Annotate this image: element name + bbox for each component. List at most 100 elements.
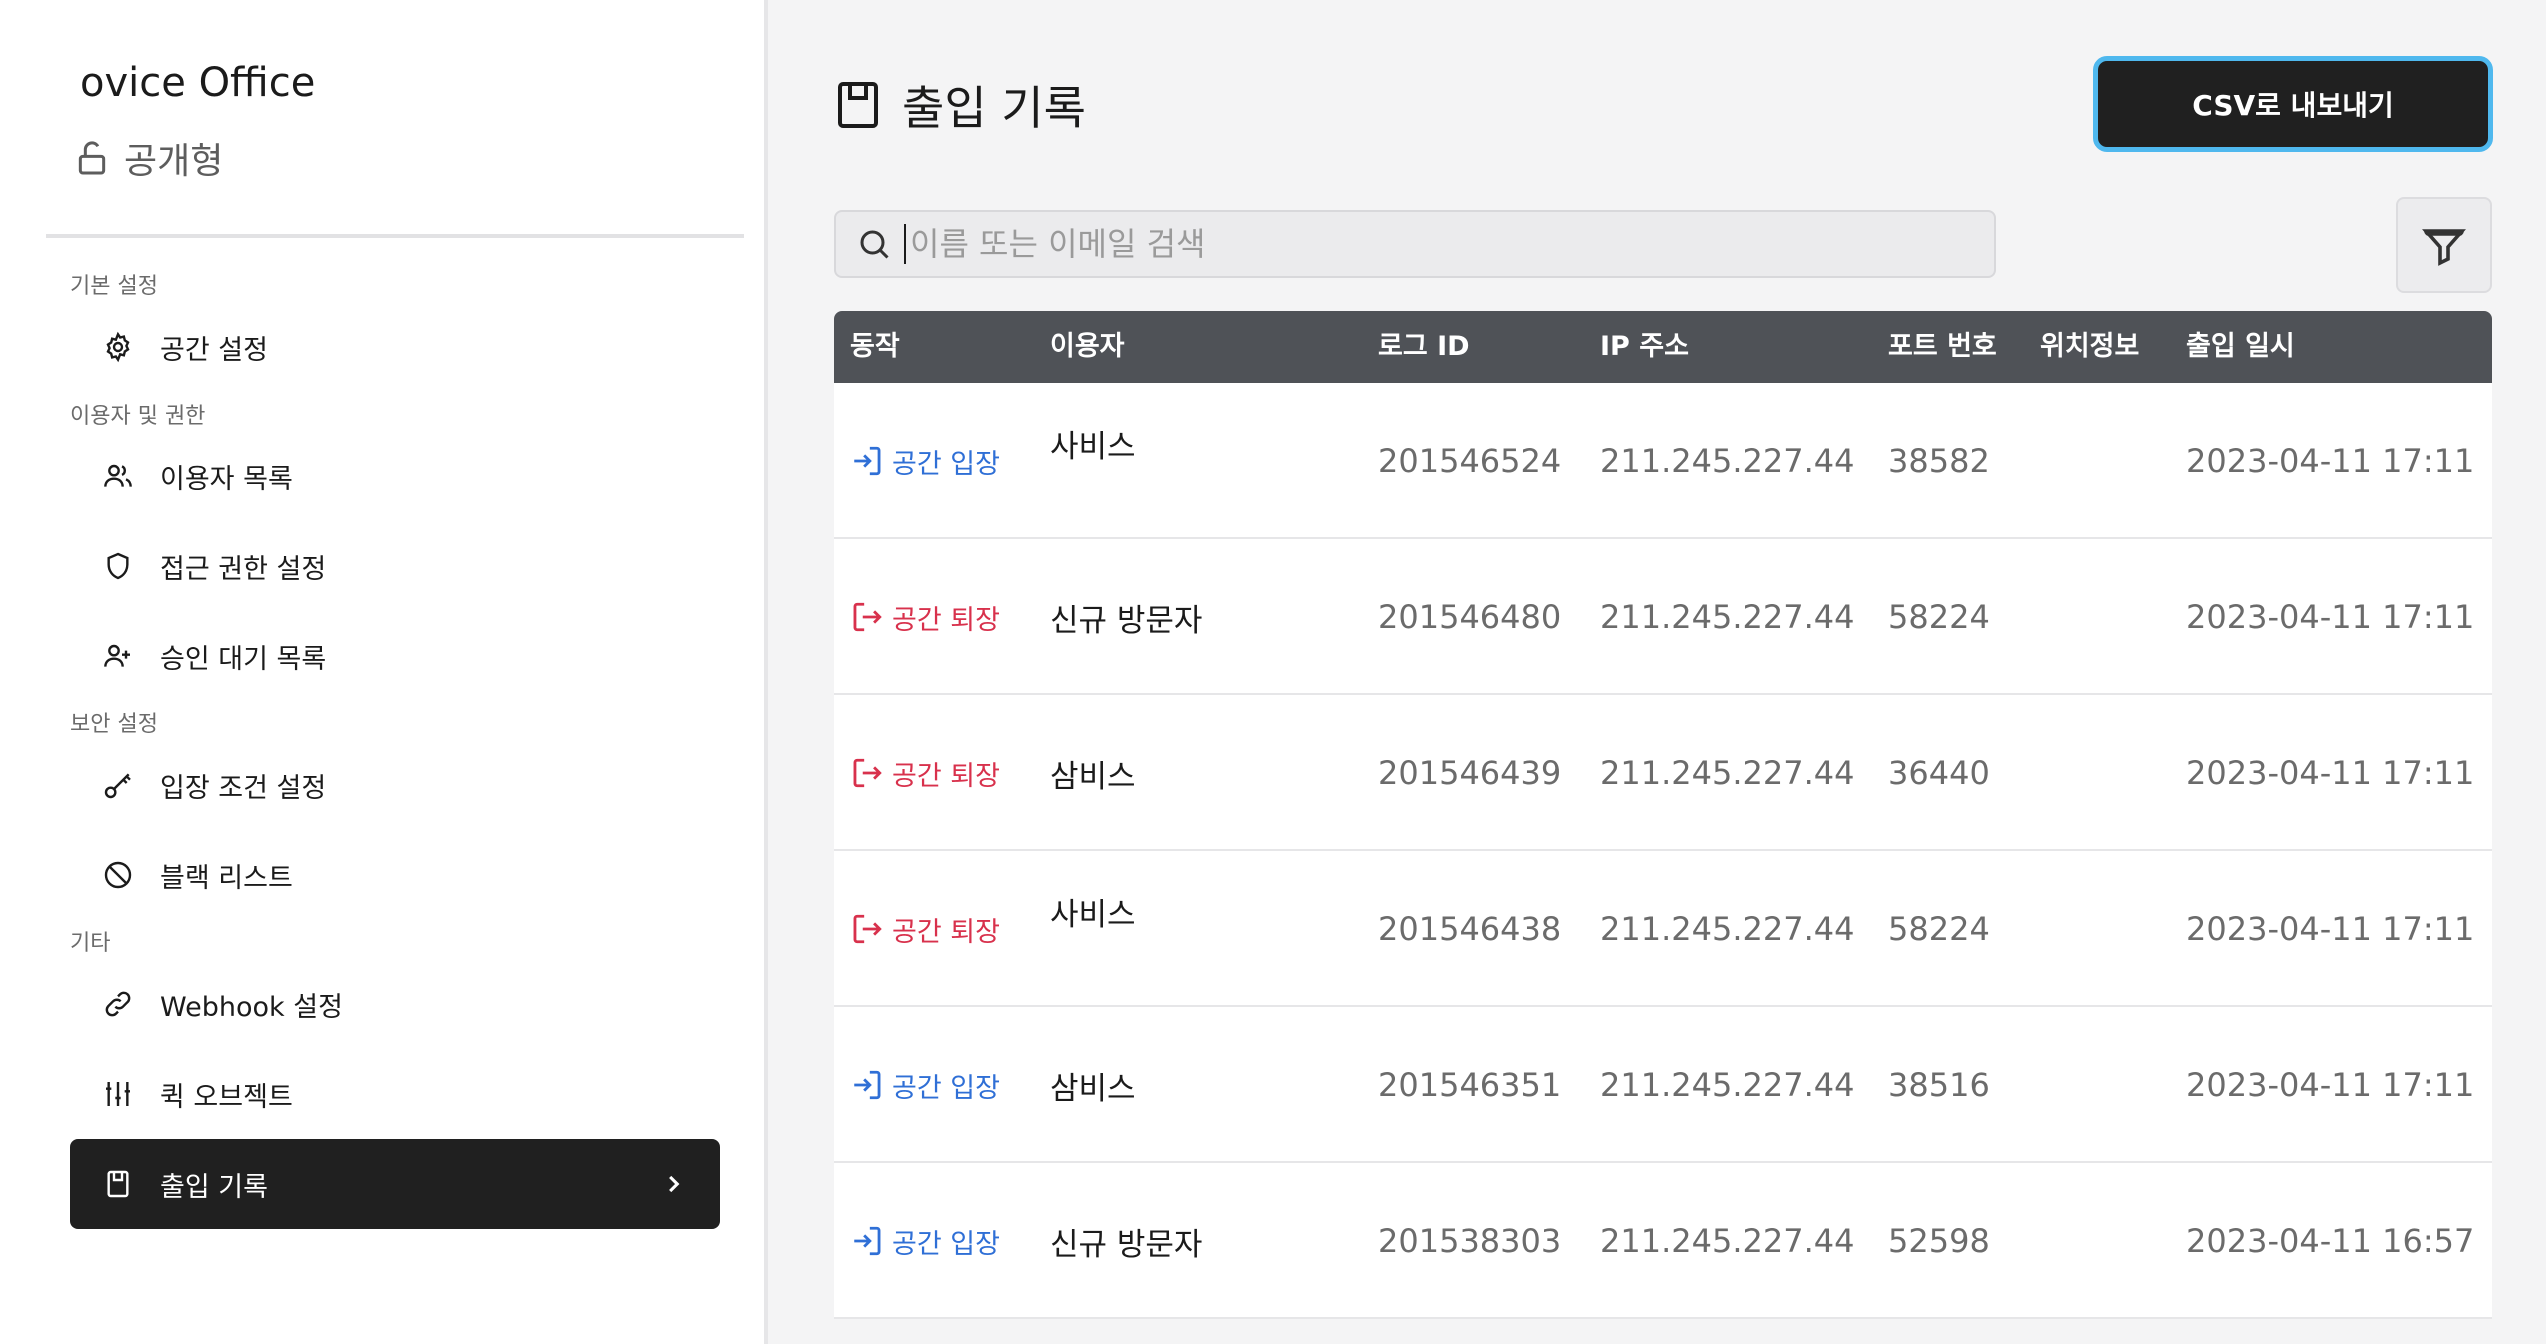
sidebar-item-label: Webhook 설정 — [160, 991, 343, 1023]
sidebar-item-approval-waiting[interactable]: 승인 대기 목록 — [70, 611, 720, 701]
column-header-action: 동작 — [850, 331, 900, 362]
cell-log-id: 201546524 — [1378, 442, 1562, 480]
cell-ip: 211.245.227.44 — [1600, 754, 1855, 792]
section-label-users: 이용자 및 권한 — [70, 404, 206, 429]
sidebar-item-label: 접근 권한 설정 — [160, 553, 327, 585]
sidebar-item-label: 퀵 오브젝트 — [160, 1081, 293, 1113]
gear-icon — [106, 331, 130, 363]
cell-port: 58224 — [1888, 910, 1990, 948]
action-exit: 공간 퇴장 — [850, 910, 1000, 949]
table-row[interactable]: 공간 퇴장 사비스 201546438 211.245.227.44 58224… — [834, 851, 2492, 1007]
sidebar-item-label: 승인 대기 목록 — [160, 643, 327, 675]
sidebar-item-label: 출입 기록 — [160, 1171, 268, 1203]
sliders-icon — [106, 1082, 130, 1106]
cell-log-id: 201546439 — [1378, 754, 1562, 792]
cell-time: 2023-04-11 17:11 — [2186, 442, 2475, 480]
table-row[interactable]: 공간 입장 신규 방문자 201538303 211.245.227.44 52… — [834, 1163, 2492, 1319]
page-title: 출입 기록 — [836, 72, 1086, 138]
export-csv-button[interactable]: CSV로 내보내기 — [2093, 56, 2493, 152]
cell-time: 2023-04-11 16:57 — [2186, 1222, 2475, 1260]
ban-icon — [104, 861, 132, 889]
action-enter: 공간 입장 — [850, 1066, 1000, 1105]
notebook-icon — [838, 82, 878, 128]
cell-log-id: 201546351 — [1378, 1066, 1562, 1104]
sidebar-item-space-settings[interactable]: 공간 설정 — [70, 302, 720, 392]
table-row[interactable]: 공간 퇴장 신규 방문자 201546480 211.245.227.44 58… — [834, 539, 2492, 695]
chevron-right-icon — [669, 1175, 680, 1193]
cell-ip: 211.245.227.44 — [1600, 1066, 1855, 1104]
cell-time: 2023-04-11 17:11 — [2186, 1066, 2475, 1104]
cell-user: 사비스 — [1050, 897, 1136, 933]
sidebar-item-quick-object[interactable]: 퀵 오브젝트 — [70, 1049, 720, 1139]
sidebar-item-entry-conditions[interactable]: 입장 조건 설정 — [70, 740, 720, 830]
user-plus-icon — [104, 644, 130, 667]
cell-port: 36440 — [1888, 754, 1990, 792]
action-exit: 공간 퇴장 — [850, 754, 1000, 793]
cell-port: 38582 — [1888, 442, 1990, 480]
table-row[interactable]: 공간 퇴장 삼비스 201546439 211.245.227.44 36440… — [834, 695, 2492, 851]
filter-button[interactable] — [2396, 197, 2492, 293]
cell-log-id: 201546480 — [1378, 598, 1562, 636]
link-icon — [105, 991, 131, 1017]
users-icon — [104, 464, 132, 487]
section-label-etc: 기타 — [70, 931, 111, 956]
section-label-basic: 기본 설정 — [70, 274, 158, 299]
key-icon — [104, 773, 131, 799]
filter-icon — [2422, 229, 2466, 266]
cell-user: 삼비스 — [1050, 1070, 1136, 1107]
cell-user: 사비스 — [1050, 429, 1136, 465]
cell-log-id: 201538303 — [1378, 1222, 1562, 1260]
exit-icon — [853, 758, 882, 788]
cell-ip: 211.245.227.44 — [1600, 598, 1855, 636]
cell-time: 2023-04-11 17:11 — [2186, 598, 2475, 636]
cell-port: 52598 — [1888, 1222, 1990, 1260]
sidebar-item-user-list[interactable]: 이용자 목록 — [70, 431, 720, 521]
column-header-location: 위치정보 — [2040, 331, 2140, 362]
action-exit: 공간 퇴장 — [850, 598, 1000, 637]
unlock-icon — [78, 141, 106, 175]
cell-ip: 211.245.227.44 — [1600, 1222, 1855, 1260]
table-header: 동작 이용자 로그 ID IP 주소 포트 번호 위치정보 출입 일시 — [834, 311, 2492, 383]
notebook-icon — [107, 1170, 129, 1198]
search-icon — [860, 230, 889, 259]
cell-user: 신규 방문자 — [1050, 1226, 1203, 1263]
shield-icon — [107, 552, 129, 580]
page-title-text: 출입 기록 — [902, 81, 1086, 135]
sidebar-item-webhook[interactable]: Webhook 설정 — [70, 959, 720, 1049]
cell-time: 2023-04-11 17:11 — [2186, 910, 2475, 948]
sidebar-item-label: 블랙 리스트 — [160, 862, 293, 894]
sidebar-item-label: 이용자 목록 — [160, 463, 293, 495]
cell-port: 38516 — [1888, 1066, 1990, 1104]
enter-icon — [854, 1070, 881, 1100]
search-input[interactable] — [904, 224, 1964, 264]
exit-icon — [853, 602, 882, 632]
table-row[interactable]: 공간 입장 사비스 201546524 211.245.227.44 38582… — [834, 383, 2492, 539]
access-log-table: 동작 이용자 로그 ID IP 주소 포트 번호 위치정보 출입 일시 공간 입… — [834, 311, 2492, 1319]
cell-user: 신규 방문자 — [1050, 602, 1203, 639]
column-header-log-id: 로그 ID — [1378, 331, 1470, 362]
sidebar-item-label: 입장 조건 설정 — [160, 772, 327, 804]
cell-user: 삼비스 — [1050, 758, 1136, 795]
action-enter: 공간 입장 — [850, 1222, 1000, 1261]
cell-ip: 211.245.227.44 — [1600, 442, 1855, 480]
section-label-security: 보안 설정 — [70, 712, 158, 737]
sidebar-item-access-permission[interactable]: 접근 권한 설정 — [70, 521, 720, 611]
visibility-status: 공개형 — [72, 132, 223, 184]
sidebar-divider — [46, 234, 744, 238]
enter-icon — [854, 446, 881, 476]
column-header-time: 출입 일시 — [2186, 331, 2295, 362]
table-row[interactable]: 공간 입장 삼비스 201546351 211.245.227.44 38516… — [834, 1007, 2492, 1163]
sidebar-item-label: 공간 설정 — [160, 334, 268, 366]
search-bar — [834, 210, 1996, 278]
column-header-ip: IP 주소 — [1600, 331, 1689, 362]
cell-port: 58224 — [1888, 598, 1990, 636]
sidebar-item-blacklist[interactable]: 블랙 리스트 — [70, 830, 720, 920]
sidebar: ovice Office 공개형 기본 설정 공간 설정 이용자 및 권한 이용… — [0, 0, 768, 1344]
exit-icon — [853, 914, 882, 944]
action-enter: 공간 입장 — [850, 442, 1000, 481]
column-header-port: 포트 번호 — [1888, 331, 1997, 362]
cell-ip: 211.245.227.44 — [1600, 910, 1855, 948]
sidebar-item-access-log[interactable]: 출입 기록 — [70, 1139, 720, 1229]
visibility-label: 공개형 — [124, 141, 224, 182]
cell-time: 2023-04-11 17:11 — [2186, 754, 2475, 792]
